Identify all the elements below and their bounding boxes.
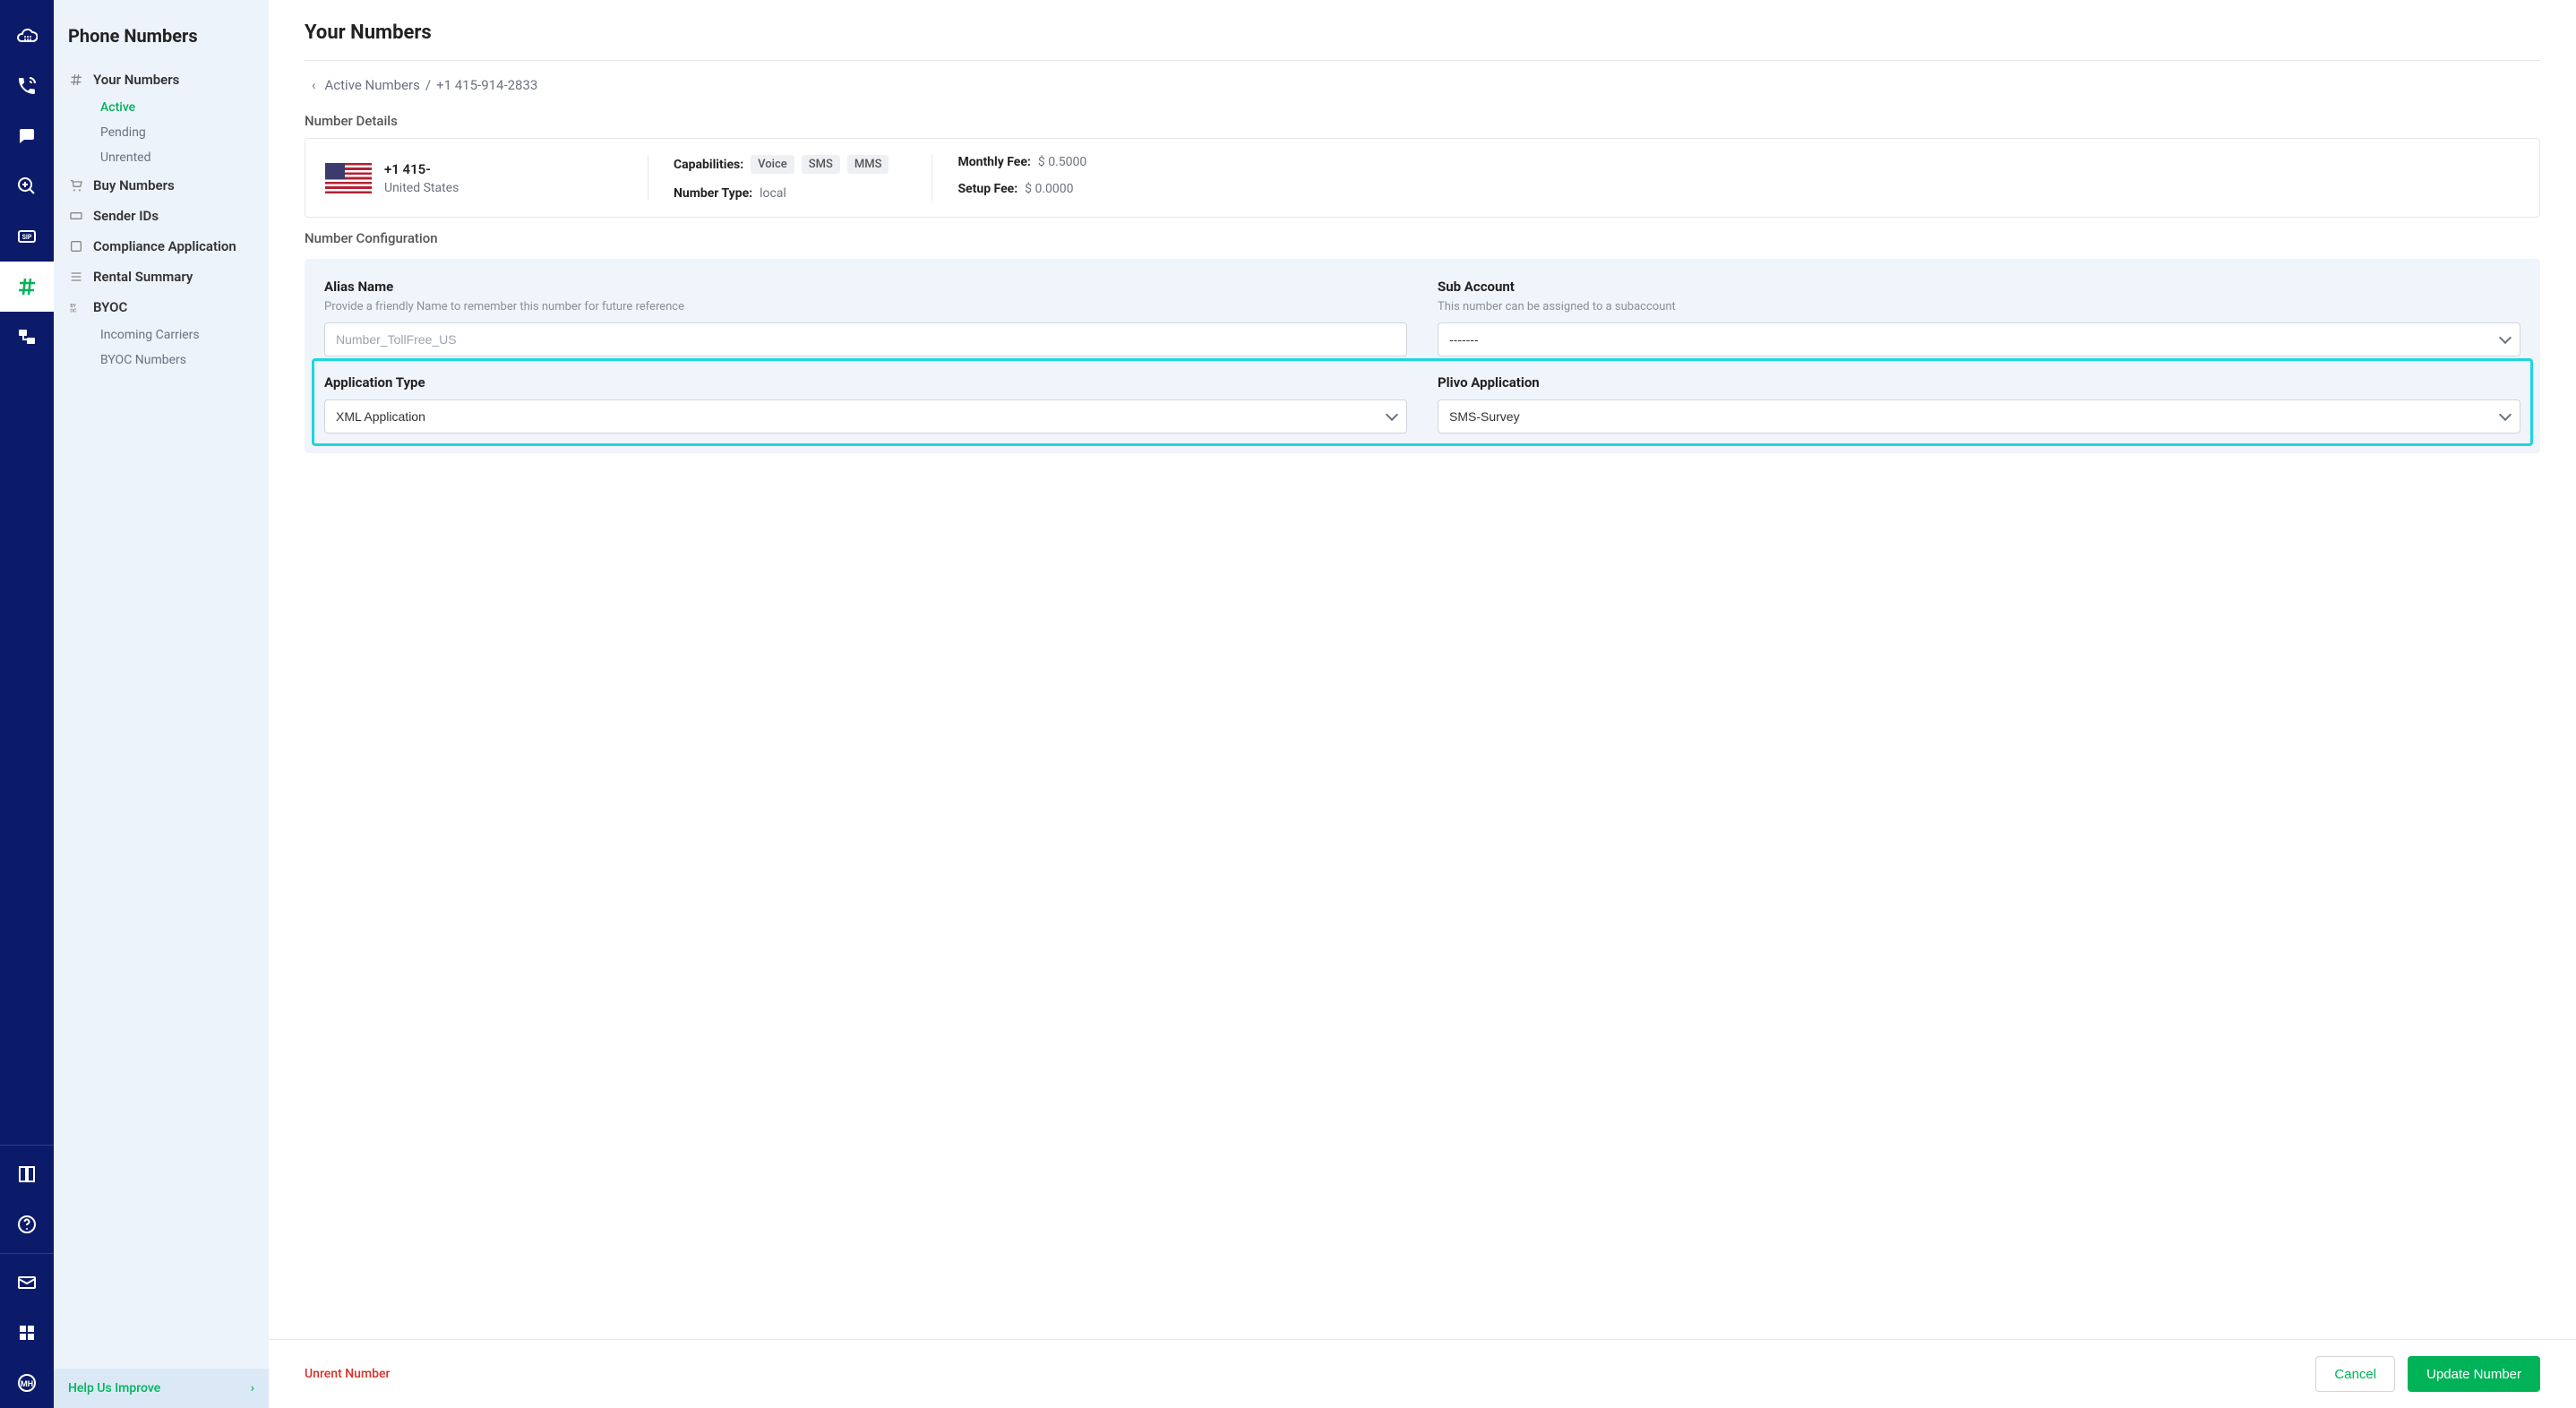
sidebar-item-sender-ids[interactable]: Sender IDs [61,201,262,231]
hash-icon [68,72,84,88]
sidebar-title: Phone Numbers [54,18,269,64]
sidebar-sub-active[interactable]: Active [93,95,262,120]
rail-voice[interactable] [0,61,54,111]
subaccount-select[interactable]: ------- [1438,322,2520,356]
page-title: Your Numbers [305,21,2540,61]
book-icon [16,1163,38,1185]
chevron-left-icon: ‹ [312,77,316,93]
help-label: Help Us Improve [68,1381,160,1395]
setup-fee-value: $ 0.0000 [1025,182,1073,196]
number-config-label: Number Configuration [305,230,2540,246]
us-flag-icon [325,163,372,193]
search-plus-icon [16,176,38,197]
sidebar-item-compliance[interactable]: Compliance Application [61,231,262,262]
svg-text:MH: MH [21,1380,33,1389]
subaccount-label: Sub Account [1438,279,2520,295]
app-type-field: Application Type XML Application [324,374,1407,434]
plivo-app-field: Plivo Application SMS-Survey [1438,374,2520,434]
rail-lookup[interactable] [0,161,54,211]
number-config-card: Alias Name Provide a friendly Name to re… [305,259,2540,453]
breadcrumb-root: Active Numbers [325,77,420,93]
mail-money-icon [16,1272,38,1293]
rail-phone-numbers[interactable] [0,262,54,312]
capability-badge: SMS [802,155,840,174]
chat-icon [16,125,38,147]
sidebar: Phone Numbers Your Numbers Active Pendin… [54,0,269,1408]
rail-help[interactable] [0,1199,54,1249]
breadcrumb-sep: / [425,77,431,93]
alias-input[interactable] [324,322,1407,356]
sidebar-item-label: Sender IDs [93,208,159,224]
monthly-fee-label: Monthly Fee: [957,155,1030,169]
rail-docs[interactable] [0,1149,54,1199]
plivo-app-select[interactable]: SMS-Survey [1438,399,2520,434]
sidebar-item-your-numbers[interactable]: Your Numbers [61,64,262,95]
app-type-select[interactable]: XML Application [324,399,1407,434]
capability-badge: Voice [751,155,794,174]
phone-number: +1 415- [384,161,459,177]
cancel-button[interactable]: Cancel [2315,1356,2395,1392]
country: United States [384,181,459,195]
byoc-icon: BYOC [68,299,84,315]
sidebar-sub-byoc-numbers[interactable]: BYOC Numbers [93,348,262,373]
alias-help: Provide a friendly Name to remember this… [324,300,1407,313]
sidebar-item-rental-summary[interactable]: Rental Summary [61,262,262,292]
rail-account[interactable]: MH [0,1358,54,1408]
account-circle-icon: MH [16,1372,38,1394]
alias-field: Alias Name Provide a friendly Name to re… [324,279,1407,356]
compliance-icon [68,238,84,254]
sidebar-item-label: Buy Numbers [93,177,175,193]
capabilities-label: Capabilities: [674,158,743,172]
rail-trunking[interactable] [0,312,54,362]
number-type-value: local [760,186,786,201]
rail-logo[interactable] [0,11,54,61]
list-icon [68,269,84,285]
help-circle-icon [16,1214,38,1235]
breadcrumb-current: +1 415-914-2833 [436,77,537,93]
sidebar-sub-pending[interactable]: Pending [93,120,262,145]
sidebar-item-label: Compliance Application [93,238,236,254]
number-details-card: +1 415- United States Capabilities: Voic… [305,138,2540,218]
sidebar-item-buy-numbers[interactable]: Buy Numbers [61,170,262,201]
svg-text:SIP: SIP [22,234,32,241]
sidebar-item-label: BYOC [93,299,127,315]
icon-rail: SIP MH [0,0,54,1408]
grid-icon [16,1322,38,1344]
number-details-label: Number Details [305,113,2540,129]
sip-icon: SIP [16,226,38,247]
update-number-button[interactable]: Update Number [2408,1356,2540,1392]
monthly-fee-value: $ 0.5000 [1038,155,1086,169]
rail-messaging[interactable] [0,111,54,161]
rail-apps[interactable] [0,1308,54,1358]
app-type-label: Application Type [324,374,1407,391]
setup-fee-label: Setup Fee: [957,182,1018,196]
id-icon [68,208,84,224]
footer: Unrent Number Cancel Update Number [269,1339,2576,1408]
unrent-number-link[interactable]: Unrent Number [305,1367,390,1381]
main: Your Numbers ‹ Active Numbers / +1 415-9… [269,0,2576,1408]
cloud-grid-icon [16,25,38,47]
breadcrumb[interactable]: ‹ Active Numbers / +1 415-914-2833 [305,61,2540,100]
alias-label: Alias Name [324,279,1407,295]
sidebar-sub-incoming-carriers[interactable]: Incoming Carriers [93,322,262,348]
capability-badge: MMS [847,155,889,174]
cart-icon [68,177,84,193]
hash-icon [16,276,38,297]
chevron-right-icon: › [251,1381,254,1395]
sidebar-item-label: Your Numbers [93,72,179,88]
sidebar-item-label: Rental Summary [93,269,193,285]
subaccount-field: Sub Account This number can be assigned … [1438,279,2520,356]
subaccount-help: This number can be assigned to a subacco… [1438,300,2520,313]
rail-billing[interactable] [0,1258,54,1308]
sidebar-sub-unrented[interactable]: Unrented [93,145,262,170]
number-type-label: Number Type: [674,186,752,201]
help-us-improve[interactable]: Help Us Improve › [54,1369,269,1408]
rail-sip[interactable]: SIP [0,211,54,262]
trunk-icon [16,326,38,348]
phone-icon [16,75,38,97]
svg-text:OC: OC [70,308,77,313]
plivo-app-label: Plivo Application [1438,374,2520,391]
sidebar-item-byoc[interactable]: BYOC BYOC [61,292,262,322]
